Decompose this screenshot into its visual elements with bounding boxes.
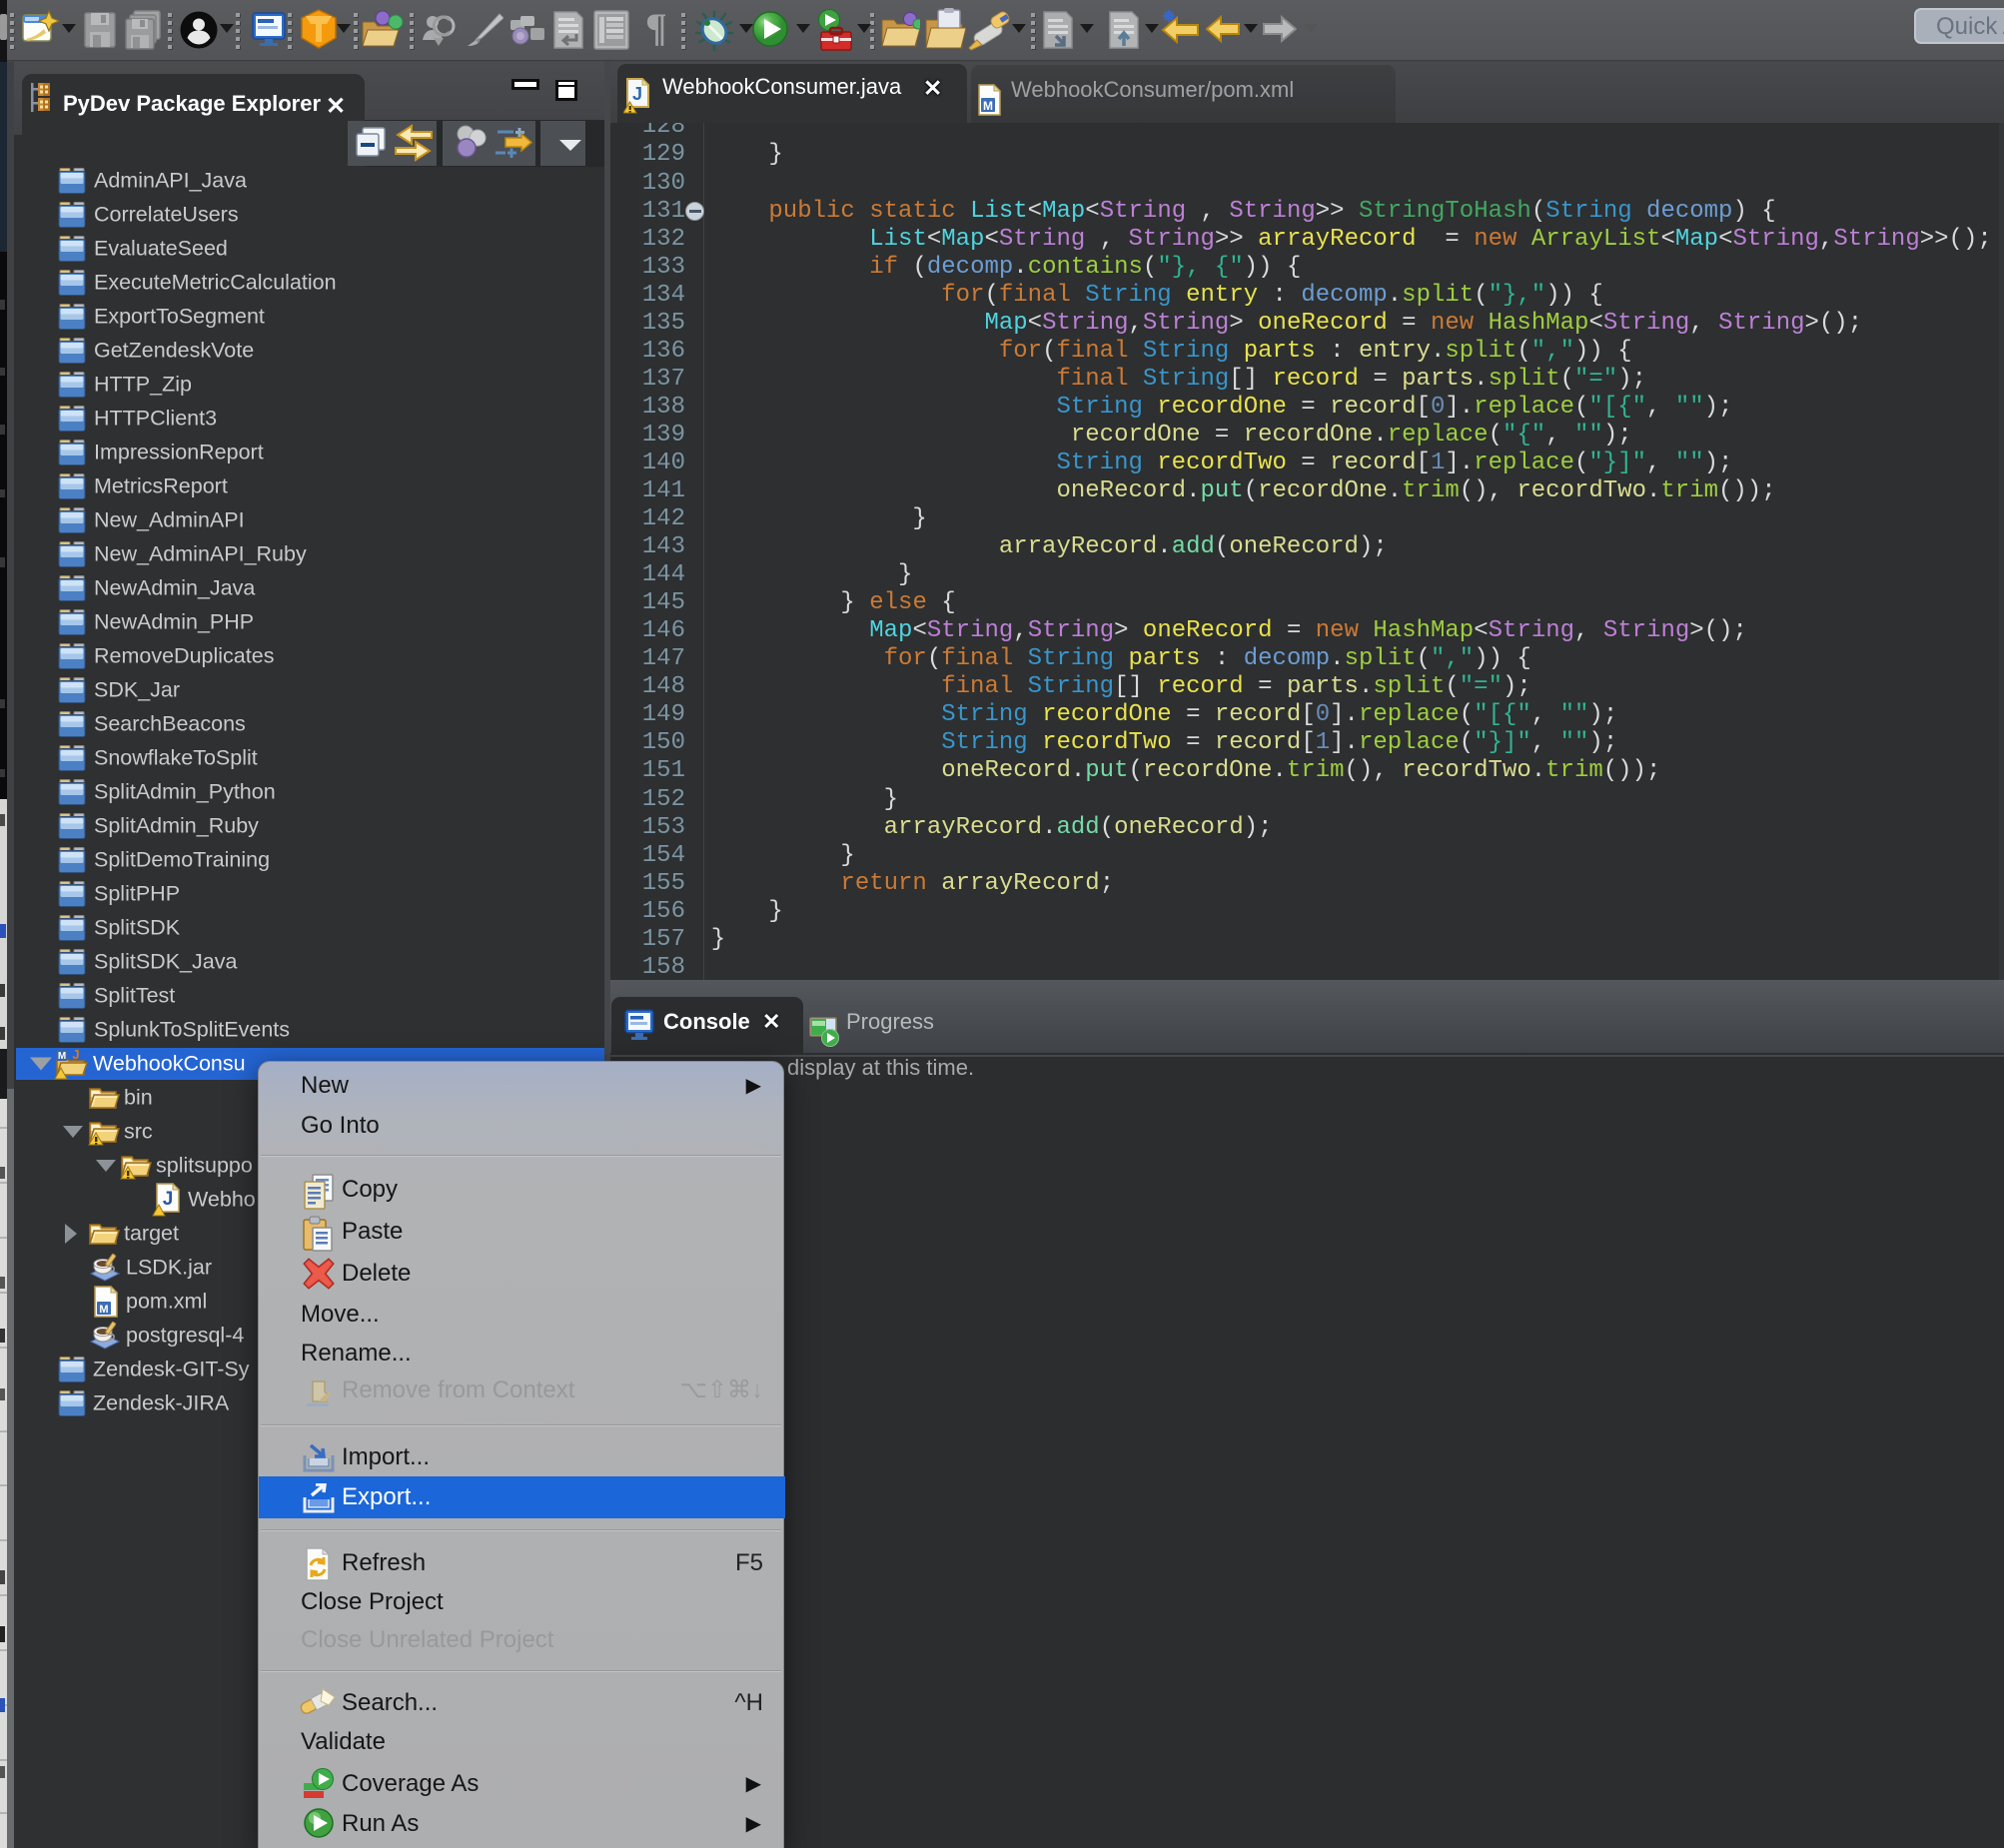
- svg-text:J: J: [72, 1048, 79, 1062]
- svg-text:J: J: [632, 84, 642, 104]
- svg-text:M: M: [58, 1051, 66, 1062]
- svg-text:M: M: [983, 99, 993, 113]
- svg-text:M: M: [99, 1304, 108, 1316]
- svg-text:J: J: [163, 1189, 174, 1210]
